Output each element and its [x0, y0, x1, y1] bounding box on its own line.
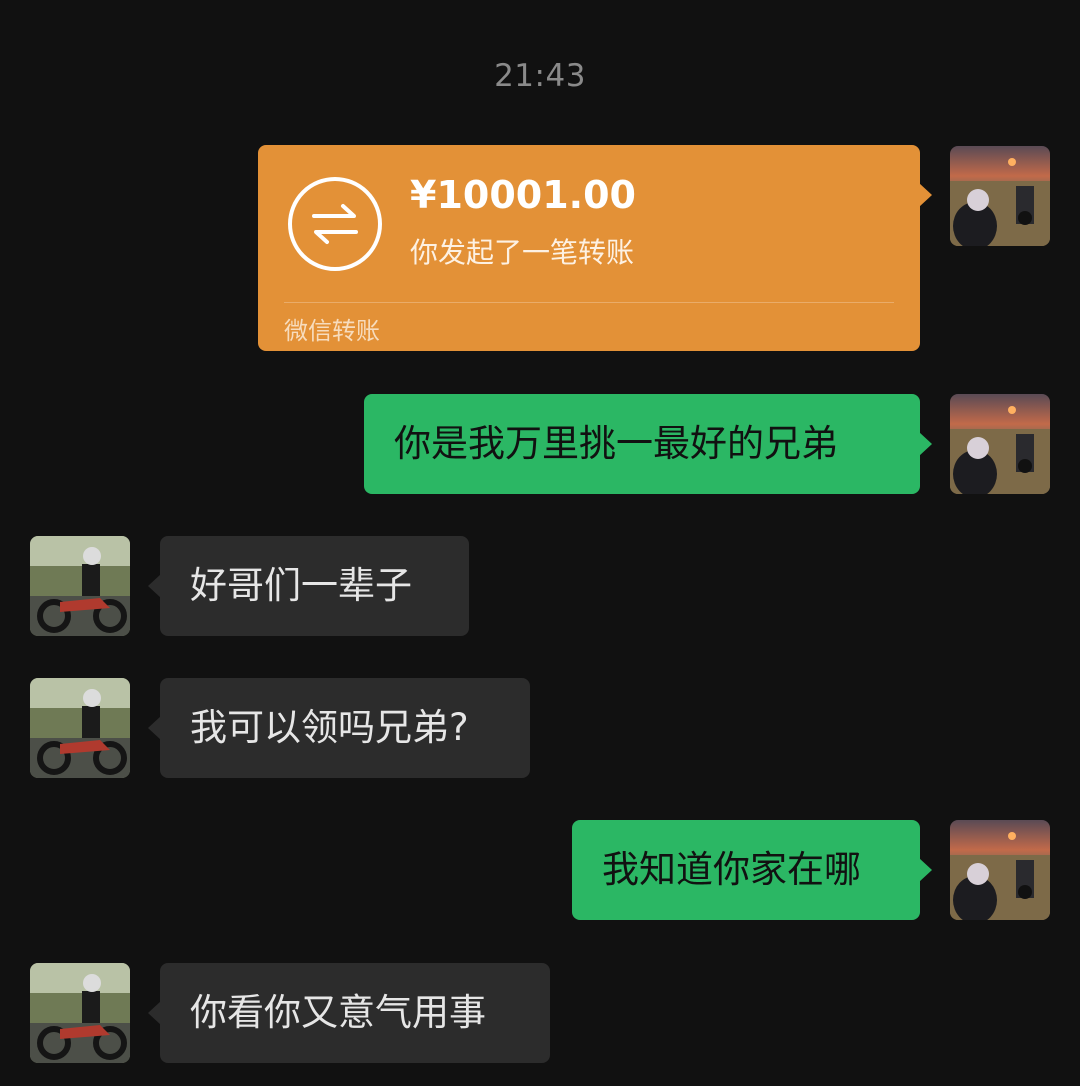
- message-bubble-outgoing[interactable]: 我知道你家在哪: [572, 820, 932, 920]
- message-bubble-incoming[interactable]: 好哥们一辈子: [148, 536, 469, 636]
- transfer-arrows-icon: [286, 175, 384, 273]
- message-bubble-incoming[interactable]: 你看你又意气用事: [148, 963, 550, 1063]
- self-avatar[interactable]: [950, 394, 1050, 494]
- message-timestamp: 21:43: [494, 58, 586, 94]
- self-avatar[interactable]: [950, 146, 1050, 246]
- transfer-card[interactable]: ¥10001.00 你发起了一笔转账 微信转账: [258, 145, 932, 351]
- transfer-amount: ¥10001.00: [410, 173, 636, 217]
- avatar-motorcycle-rider: [30, 963, 130, 1063]
- transfer-footer-label: 微信转账: [284, 317, 380, 345]
- transfer-divider: [284, 302, 894, 303]
- avatar-sunset-motorcycle: [950, 820, 1050, 920]
- friend-avatar[interactable]: [30, 536, 130, 636]
- self-avatar[interactable]: [950, 820, 1050, 920]
- message-bubble-incoming[interactable]: 我可以领吗兄弟?: [148, 678, 530, 778]
- friend-avatar[interactable]: [30, 963, 130, 1063]
- friend-avatar[interactable]: [30, 678, 130, 778]
- transfer-description: 你发起了一笔转账: [410, 236, 635, 269]
- message-bubble-outgoing[interactable]: 你是我万里挑一最好的兄弟: [364, 394, 932, 494]
- avatar-sunset-motorcycle: [950, 146, 1050, 246]
- avatar-motorcycle-rider: [30, 536, 130, 636]
- avatar-sunset-motorcycle: [950, 394, 1050, 494]
- avatar-motorcycle-rider: [30, 678, 130, 778]
